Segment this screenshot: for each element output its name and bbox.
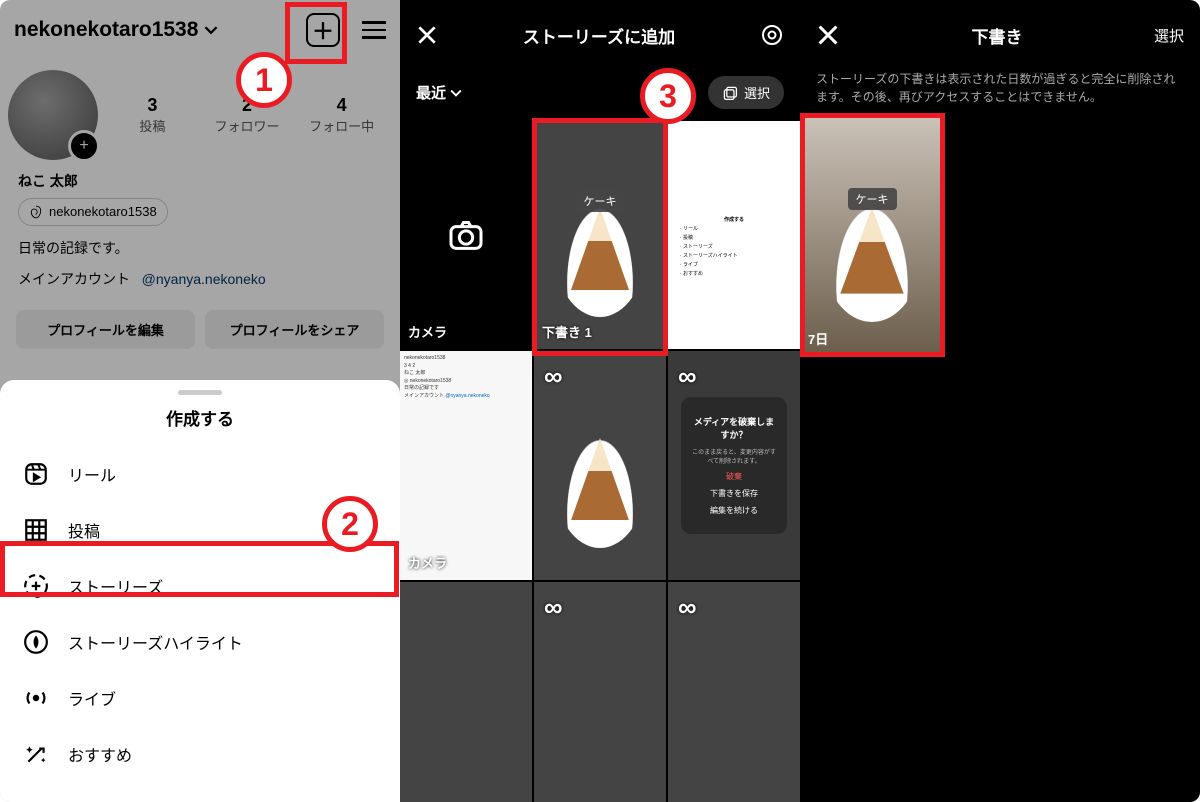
highlight-icon <box>22 628 50 656</box>
tutorial-number-1: 1 <box>236 52 292 108</box>
discard-dialog: メディアを破棄しますか？ このまま戻ると、変更内容がすべて削除されます。 破棄 … <box>681 397 787 534</box>
select-action[interactable]: 選択 <box>1154 25 1184 46</box>
reel-icon <box>22 460 50 488</box>
select-button[interactable]: 選択 <box>708 76 784 109</box>
gear-icon <box>760 23 784 47</box>
sheet-item-label: おすすめ <box>68 742 132 766</box>
sheet-item-reel[interactable]: リール <box>0 446 400 502</box>
wand-icon <box>22 740 50 768</box>
panel-profile: nekonekotaro1538 ＋ 3投稿 2フォロワー 4フォロー中 ねこ … <box>0 0 400 802</box>
gallery-cell[interactable]: ∞ <box>534 582 666 802</box>
sheet-item-live[interactable]: ライブ <box>0 670 400 726</box>
tutorial-box-3b <box>800 113 945 357</box>
settings-button[interactable] <box>760 23 784 47</box>
sheet-handle[interactable] <box>178 390 222 395</box>
gallery-cell[interactable]: ∞ <box>668 582 800 802</box>
chevron-down-icon <box>450 87 462 99</box>
camera-icon <box>446 215 486 255</box>
gallery-cell[interactable]: nekonekotaro15383 4 2ねこ 太郎◎ nekonekotaro… <box>400 351 532 579</box>
close-icon <box>416 24 438 46</box>
gallery-cell[interactable]: ∞ メディアを破棄しますか？ このまま戻ると、変更内容がすべて削除されます。 破… <box>668 351 800 579</box>
multi-select-icon <box>722 85 738 101</box>
live-icon <box>22 684 50 712</box>
close-icon <box>816 23 840 47</box>
grid-icon <box>22 516 50 544</box>
sheet-item-recommend[interactable]: おすすめ <box>0 726 400 782</box>
title: 下書き <box>971 23 1022 48</box>
draft-description: ストーリーズの下書きは表示された日数が過ぎると完全に削除されます。その後、再びア… <box>800 70 1200 116</box>
tutorial-number-2: 2 <box>322 496 378 552</box>
close-button[interactable] <box>416 24 438 46</box>
title: ストーリーズに追加 <box>523 23 675 48</box>
sheet-item-label: リール <box>68 462 116 486</box>
album-switcher[interactable]: 最近 <box>416 82 462 103</box>
sheet-item-highlight[interactable]: ストーリーズハイライト <box>0 614 400 670</box>
sheet-item-label: ストーリーズハイライト <box>68 630 243 654</box>
cell-label: カメラ <box>408 322 447 341</box>
gallery-cell[interactable] <box>400 582 532 802</box>
gallery-cell[interactable]: ∞ <box>534 351 666 579</box>
tutorial-box-3a <box>532 118 668 356</box>
sheet-title: 作成する <box>0 405 400 430</box>
cell-label: カメラ <box>408 553 447 572</box>
tutorial-box-1 <box>285 2 347 64</box>
sheet-item-label: ライブ <box>68 686 116 710</box>
gallery-cell[interactable]: 作成する · リール· 投稿· ストーリーズ· ストーリーズハイライト· ライブ… <box>668 121 800 349</box>
close-button[interactable] <box>816 23 840 47</box>
tutorial-number-3: 3 <box>640 68 696 124</box>
camera-cell[interactable]: カメラ <box>400 121 532 349</box>
sheet-item-label: 投稿 <box>68 518 100 542</box>
